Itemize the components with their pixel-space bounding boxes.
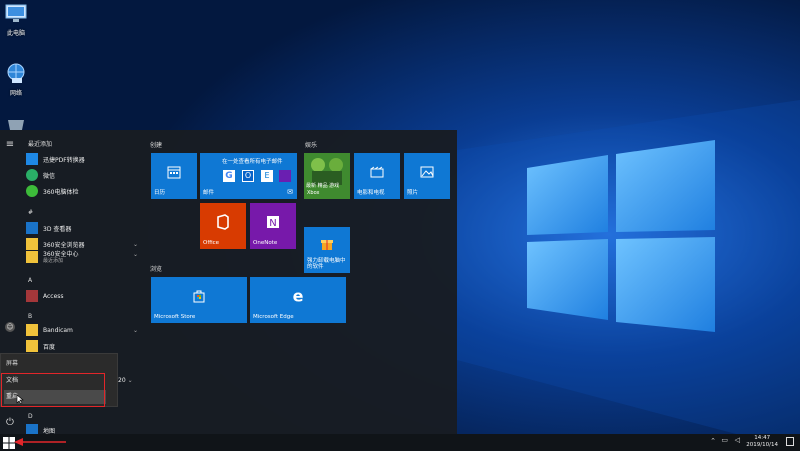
desktop-icon-this-pc[interactable]: 此电脑	[2, 4, 30, 37]
edge-icon: e	[292, 286, 304, 306]
pdf-converter-icon	[26, 153, 38, 165]
app-item-access[interactable]: Access	[26, 289, 142, 303]
user-avatar-icon[interactable]: ☺	[5, 322, 15, 332]
app-item-360-checkup[interactable]: 360电脑体检	[26, 184, 142, 198]
google-icon: G	[223, 170, 235, 182]
tile-label: 日历	[154, 190, 166, 196]
tile-label: OneNote	[253, 240, 278, 246]
tile-label: Xbox	[307, 190, 320, 196]
group-title-browse: 浏览	[150, 266, 163, 273]
game-tile-text: 最新 精品 游戏	[306, 183, 340, 189]
chevron-down-icon: ⌄	[132, 251, 138, 258]
yahoo-mail-icon	[279, 170, 291, 182]
app-item-bandicam[interactable]: Bandicam ⌄	[26, 323, 142, 337]
chevron-down-icon: ⌄	[127, 376, 133, 384]
section-b: B	[28, 313, 33, 320]
taskbar: ⌃ ▭ ◁ 14:47 2019/10/14	[0, 434, 800, 451]
red-arrow-icon	[14, 438, 66, 446]
section-recently-added: 最近添加	[28, 141, 53, 148]
tile-label: 照片	[407, 190, 419, 196]
app-item-360-browser[interactable]: 360安全浏览器 ⌄	[26, 237, 142, 251]
tile-label: 邮件	[203, 190, 215, 196]
app-item-wechat[interactable]: 微信	[26, 168, 142, 182]
office-icon	[217, 214, 229, 231]
tile-label: Microsoft Edge	[253, 314, 294, 320]
monitor-icon	[5, 4, 27, 22]
app-item-360-security[interactable]: 360安全中心 最近添加 ⌄	[26, 251, 142, 265]
tile-office[interactable]: Office	[200, 203, 246, 249]
clock-time: 14:47	[754, 435, 771, 441]
clock-date: 2019/10/14	[746, 442, 778, 448]
tile-label: Microsoft Store	[154, 314, 196, 320]
notification-icon[interactable]	[786, 437, 794, 446]
exchange-icon: E	[261, 170, 273, 182]
wechat-icon	[26, 169, 38, 181]
chevron-down-icon: ⌄	[132, 240, 138, 248]
app-item-partial[interactable]: 20 ⌄	[118, 373, 138, 387]
folder-icon	[26, 251, 38, 263]
network-icon[interactable]: ▭	[721, 436, 728, 444]
access-icon	[26, 290, 38, 302]
outlook-icon: O	[242, 170, 254, 182]
section-hash: #	[28, 209, 34, 216]
tile-calendar[interactable]: 日历	[151, 153, 197, 199]
desktop-icon-network[interactable]: 网络	[2, 62, 30, 97]
chevron-down-icon: ⌄	[132, 326, 138, 334]
mouse-cursor-icon	[16, 394, 24, 404]
tile-onenote[interactable]: N OneNote	[250, 203, 296, 249]
calendar-icon	[167, 166, 181, 179]
volume-icon[interactable]: ◁	[735, 436, 740, 444]
tile-microsoft-store[interactable]: Microsoft Store	[151, 277, 247, 323]
recycle-bin-icon	[8, 120, 24, 130]
envelope-icon: ✉	[287, 188, 293, 196]
desktop-icon-label: 网络	[9, 90, 22, 97]
group-title-play: 娱乐	[305, 142, 318, 149]
photo-icon	[420, 166, 434, 178]
tile-microsoft-edge[interactable]: e Microsoft Edge	[250, 277, 346, 323]
tile-photos[interactable]: 照片	[404, 153, 450, 199]
gift-box-icon	[321, 239, 333, 250]
section-a: A	[28, 277, 33, 284]
film-icon	[370, 166, 384, 178]
3d-viewer-icon	[26, 222, 38, 234]
tile-xbox-game[interactable]: 最新 精品 游戏 Xbox	[304, 153, 350, 199]
tile-mail[interactable]: 在一处查看所有电子邮件 G O E 邮件 ✉	[200, 153, 297, 199]
clock[interactable]: 14:47 2019/10/14	[746, 435, 778, 449]
power-icon[interactable]: ⏻	[3, 416, 17, 430]
360-checkup-icon	[26, 185, 38, 197]
tile-uninstaller-promo[interactable]: 强力卸载电脑中的软件	[304, 227, 350, 273]
folder-icon	[26, 340, 38, 352]
store-bag-icon	[193, 290, 205, 303]
section-d: D	[28, 413, 33, 420]
app-item-baidu[interactable]: 百度	[26, 339, 142, 353]
tile-movies-tv[interactable]: 电影和电视	[354, 153, 400, 199]
chevron-up-icon[interactable]: ⌃	[710, 437, 716, 445]
svg-text:N: N	[269, 218, 276, 229]
onenote-icon: N	[267, 216, 279, 229]
tile-label: 强力卸载电脑中的软件	[307, 258, 346, 270]
mail-tile-header: 在一处查看所有电子邮件	[222, 159, 283, 165]
folder-icon	[26, 238, 38, 250]
app-item-3d-viewer[interactable]: 3D 查看器	[26, 221, 142, 235]
folder-icon	[26, 324, 38, 336]
desktop-icon-label: 此电脑	[6, 30, 25, 37]
tile-label: Office	[203, 240, 220, 246]
context-menu-title: 屏幕	[6, 360, 19, 367]
hamburger-menu-icon[interactable]: ≡	[3, 138, 17, 152]
app-item-pdf-converter[interactable]: 迅捷PDF转换器	[26, 152, 142, 166]
tile-label: 电影和电视	[357, 190, 385, 196]
globe-icon	[7, 63, 25, 83]
group-title-create: 创建	[150, 142, 163, 149]
